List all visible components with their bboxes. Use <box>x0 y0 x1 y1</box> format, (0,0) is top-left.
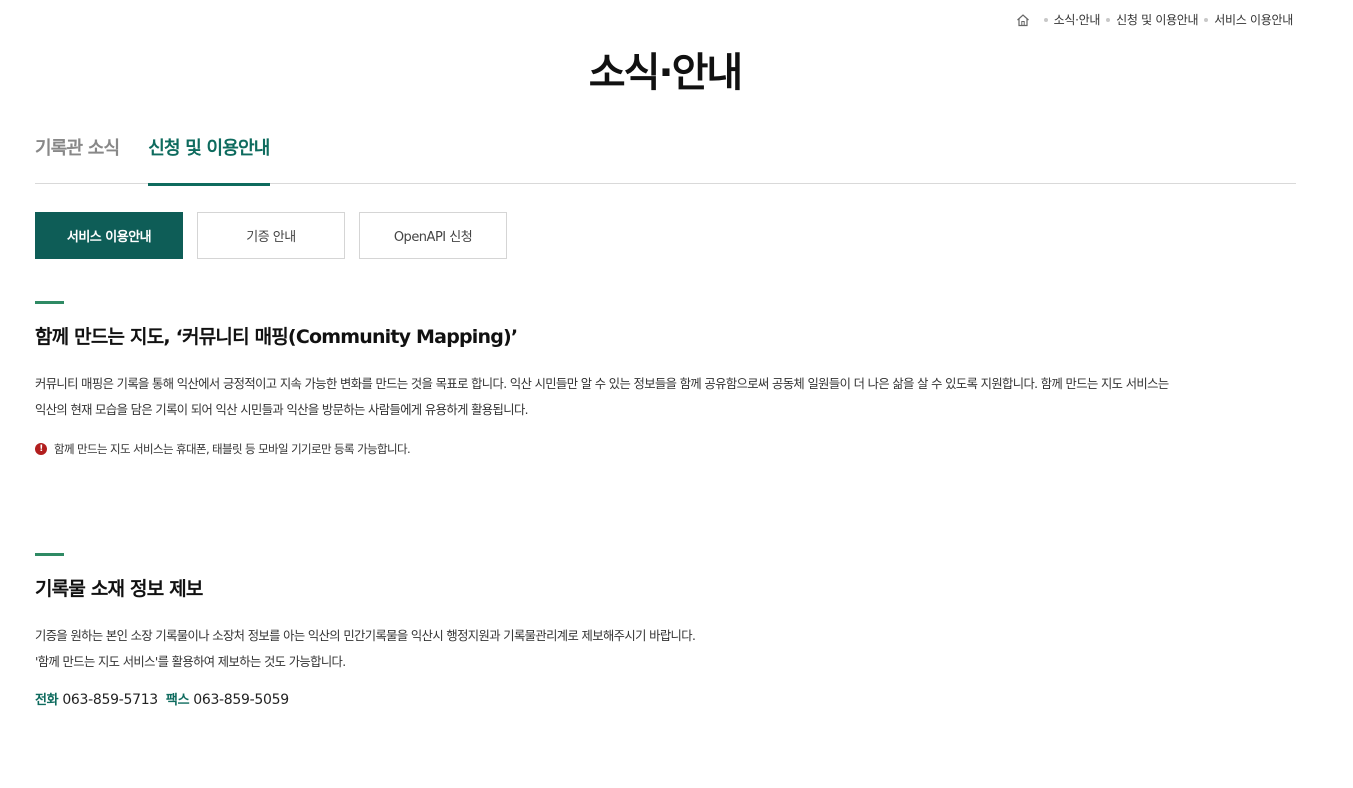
separator-dot <box>1043 17 1048 22</box>
tab-archive-news[interactable]: 기록관 소식 <box>35 120 120 184</box>
breadcrumb: 소식·안내 신청 및 이용안내 서비스 이용안내 <box>1016 11 1293 28</box>
phone-number[interactable]: 063-859-5713 <box>62 692 158 708</box>
subtab-openapi[interactable]: OpenAPI 신청 <box>359 212 507 259</box>
description-line: '함께 만드는 지도 서비스'를 활용하여 제보하는 것도 가능합니다. <box>35 655 346 669</box>
section-title: 함께 만드는 지도, ‘커뮤니티 매핑(Community Mapping)’ <box>35 326 518 348</box>
page-title: 소식·안내 <box>588 50 743 96</box>
separator-dot <box>1106 17 1111 22</box>
section-bar <box>35 553 64 556</box>
subtab-donation-guide[interactable]: 기증 안내 <box>197 212 345 259</box>
community-mapping-section: 함께 만드는 지도, ‘커뮤니티 매핑(Community Mapping)’ … <box>35 301 1296 457</box>
notice: ! 함께 만드는 지도 서비스는 휴대폰, 태블릿 등 모바일 기기로만 등록 … <box>35 441 1296 457</box>
breadcrumb-item-news[interactable]: 소식·안내 <box>1054 11 1101 28</box>
section-title: 기록물 소재 정보 제보 <box>35 578 203 600</box>
description-line: 기증을 원하는 본인 소장 기록물이나 소장처 정보를 아는 익산의 민간기록물… <box>35 629 696 643</box>
tab-application-guide[interactable]: 신청 및 이용안내 <box>148 120 270 186</box>
subtab-service-guide[interactable]: 서비스 이용안내 <box>35 212 183 259</box>
section-bar <box>35 301 64 304</box>
separator-dot <box>1204 17 1209 22</box>
section-description: 기증을 원하는 본인 소장 기록물이나 소장처 정보를 아는 익산의 민간기록물… <box>35 623 1296 675</box>
fax-number: 063-859-5059 <box>193 692 289 708</box>
phone-label: 전화 <box>35 693 59 708</box>
section-description: 커뮤니티 매핑은 기록을 통해 익산에서 긍정적이고 지속 가능한 변화를 만드… <box>35 371 1296 423</box>
sub-tabs: 서비스 이용안내 기증 안내 OpenAPI 신청 <box>35 212 521 259</box>
fax-label: 팩스 <box>165 693 190 708</box>
main-tabs: 기록관 소식 신청 및 이용안내 <box>35 120 1296 186</box>
notice-text: 함께 만드는 지도 서비스는 휴대폰, 태블릿 등 모바일 기기로만 등록 가능… <box>54 442 411 456</box>
contact-info: 전화 063-859-5713 팩스 063-859-5059 <box>35 689 1296 708</box>
home-icon[interactable] <box>1016 13 1030 27</box>
breadcrumb-item-application[interactable]: 신청 및 이용안내 <box>1116 11 1199 28</box>
record-location-section: 기록물 소재 정보 제보 기증을 원하는 본인 소장 기록물이나 소장처 정보를… <box>35 553 1296 708</box>
description-line: 익산의 현재 모습을 담은 기록이 되어 익산 시민들과 익산을 방문하는 사람… <box>35 403 529 417</box>
description-line: 커뮤니티 매핑은 기록을 통해 익산에서 긍정적이고 지속 가능한 변화를 만드… <box>35 377 1169 391</box>
warning-icon: ! <box>35 443 47 455</box>
breadcrumb-item-service[interactable]: 서비스 이용안내 <box>1214 11 1293 28</box>
